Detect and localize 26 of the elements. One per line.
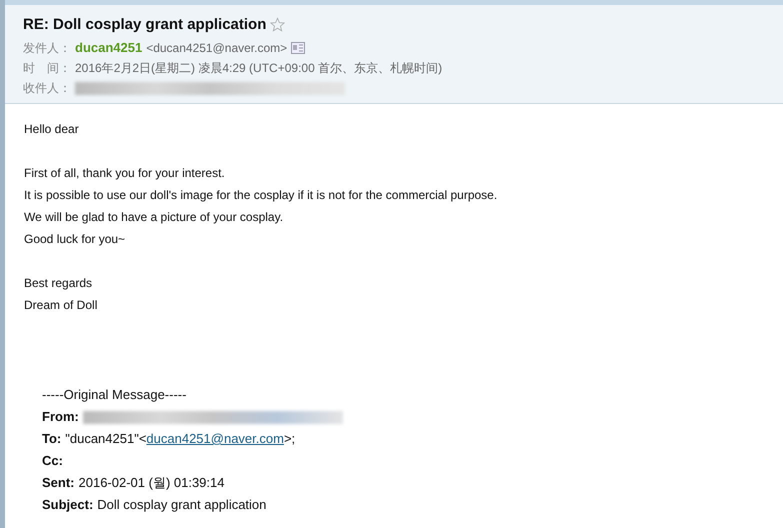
message-line: It is possible to use our doll's image for the cosplay if it is not for the commercial purpose. xyxy=(24,187,498,204)
field-label: From: xyxy=(42,408,79,426)
address-end: >; xyxy=(284,431,296,446)
star-icon[interactable] xyxy=(270,17,286,32)
message-line: Hello dear xyxy=(24,121,80,138)
email-link[interactable]: ducan4251@naver.com xyxy=(146,431,284,446)
field-label: Cc: xyxy=(42,452,63,470)
field-label: Subject: xyxy=(42,496,94,514)
message-line: We will be glad to have a picture of your cosplay. xyxy=(24,209,284,226)
sender-label: 发件人： xyxy=(23,40,71,57)
time-label: 时 间： xyxy=(23,60,71,77)
field-value: Doll cosplay grant application xyxy=(97,496,266,514)
sent-time: 2016年2月2日(星期二) 凌晨4:29 (UTC+09:00 首尔、东京、札幌时间) xyxy=(75,60,442,77)
field-value: 2016-02-01 (월) 01:39:14 xyxy=(78,474,224,492)
recipient-name: "ducan4251"< xyxy=(65,431,146,446)
field-label: To: xyxy=(42,430,62,448)
message-line: First of all, thank you for your interest. xyxy=(24,165,226,182)
message-line: Dream of Doll xyxy=(24,297,98,314)
message-line: Best regards xyxy=(24,275,94,292)
contact-card-icon[interactable] xyxy=(291,42,306,54)
email-subject: RE: Doll cosplay grant application xyxy=(23,16,266,33)
recipient-label: 收件人： xyxy=(23,80,71,97)
field-label: Sent: xyxy=(42,474,74,492)
sender-address: <ducan4251@naver.com> xyxy=(146,40,288,57)
message-line: Good luck for you~ xyxy=(24,231,126,248)
original-message-separator: -----Original Message----- xyxy=(42,386,188,404)
